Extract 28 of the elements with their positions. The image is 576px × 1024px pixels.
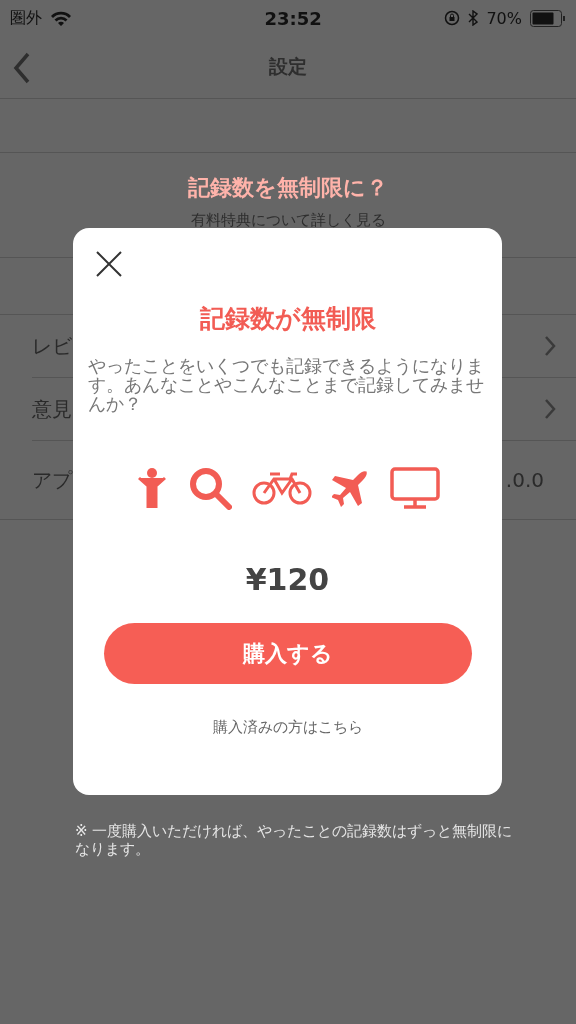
status-time: 23:52 [264, 7, 322, 29]
buy-button[interactable]: 購入する [103, 623, 472, 684]
settings-row-label[interactable]: アプ [32, 466, 72, 494]
close-icon[interactable] [95, 250, 123, 278]
bluetooth-icon [468, 10, 479, 26]
bicycle-icon [251, 471, 312, 505]
settings-row-label[interactable]: レビ [32, 332, 72, 360]
rotation-lock-icon [444, 10, 461, 26]
battery-percent: 70% [486, 8, 522, 28]
promo-title[interactable]: 記録数を無制限に？ [188, 173, 388, 203]
carrier-label: 圏外 [10, 7, 42, 29]
search-icon [187, 466, 232, 510]
person-icon [135, 468, 168, 508]
airplane-icon [331, 469, 370, 507]
back-icon[interactable] [12, 52, 32, 84]
modal-description: やったことをいくつでも記録できるようになります。あんなことやこんなことまで記録してみませんか？ [87, 357, 485, 414]
restore-purchase-link[interactable]: 購入済みの方はこちら [212, 718, 363, 737]
price-label: ¥120 [245, 562, 330, 597]
screen-title: 設定 [269, 54, 307, 79]
chevron-icon [544, 335, 556, 357]
battery-icon [530, 9, 566, 27]
modal-title: 記録数が無制限 [199, 303, 376, 335]
settings-row-label[interactable]: 意見 [32, 395, 72, 423]
monitor-icon [389, 467, 440, 509]
settings-row-value: .0.0 [505, 468, 544, 492]
footnote: ※ 一度購入いただければ、やったことの記録数はずっと無制限になります。 [75, 822, 514, 858]
wifi-icon [50, 10, 72, 26]
chevron-icon [544, 398, 556, 420]
